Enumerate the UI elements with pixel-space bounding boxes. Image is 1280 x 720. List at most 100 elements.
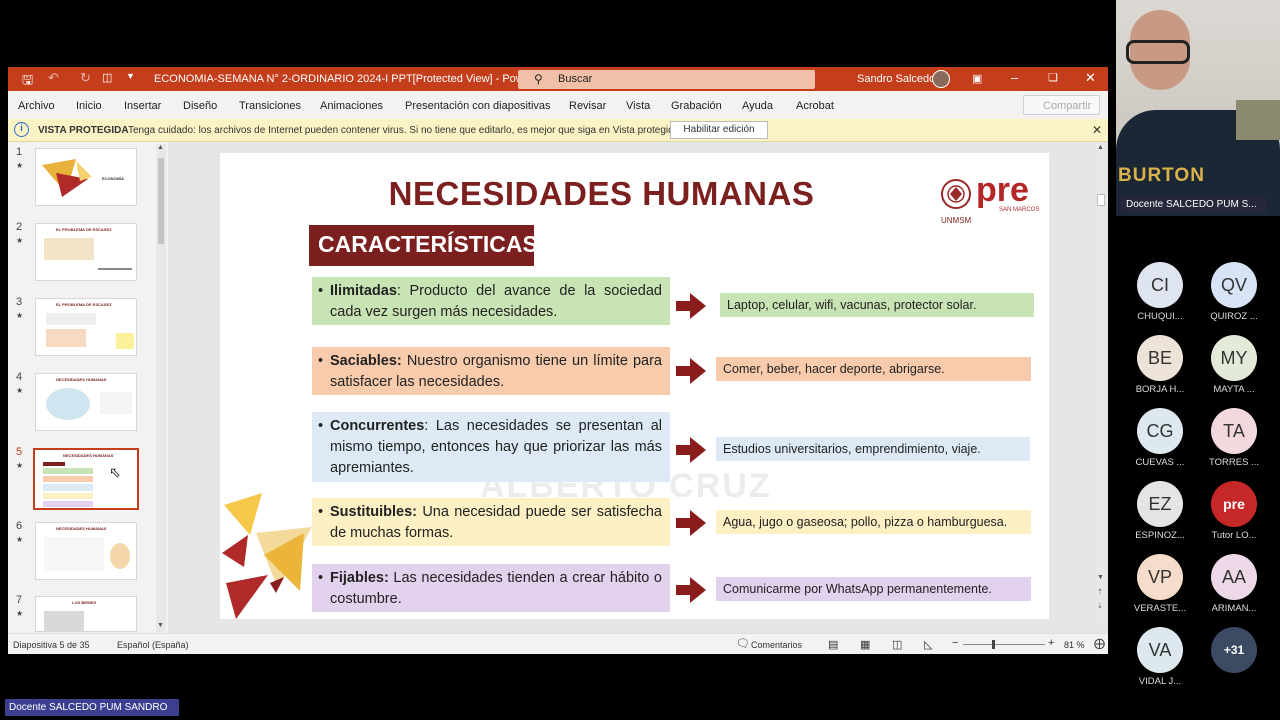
thumbnail-slide-4[interactable]: NECESIDADES HUMANAS: [35, 373, 137, 431]
ribbon-display-icon[interactable]: ▣: [972, 72, 982, 85]
share-button[interactable]: Compartir: [1023, 95, 1100, 115]
presentation-icon[interactable]: ◫: [102, 71, 112, 84]
thumb-row: [43, 493, 93, 499]
thumbnails-scrollbar[interactable]: ▲ ▼: [156, 144, 166, 632]
enable-editing-button[interactable]: Habilitar edición: [670, 121, 768, 139]
participant-name: VIDAL J...: [1138, 676, 1182, 687]
fit-slide-icon[interactable]: ⨁: [1094, 637, 1105, 650]
comments-button[interactable]: Comentarios: [751, 640, 802, 650]
presenter-video[interactable]: BURTON Docente SALCEDO PUM S...: [1116, 0, 1280, 216]
participant-avatar[interactable]: CG: [1137, 408, 1183, 454]
participant-avatar[interactable]: TA: [1211, 408, 1257, 454]
search-box[interactable]: ⚲ Buscar: [518, 70, 815, 89]
protected-view-bar: i VISTA PROTEGIDA Tenga cuidado: los arc…: [8, 119, 1108, 142]
tab-inicio[interactable]: Inicio: [76, 100, 102, 112]
scroll-up-icon[interactable]: ▲: [157, 144, 164, 151]
participant-avatar[interactable]: pre: [1211, 481, 1257, 527]
participant-name: ESPINOZ...: [1135, 530, 1185, 541]
previous-slide-icon[interactable]: ⇡: [1097, 588, 1103, 596]
thumb-note-block: [116, 333, 134, 349]
tab-transiciones[interactable]: Transiciones: [239, 100, 301, 112]
language[interactable]: Español (España): [117, 640, 189, 650]
scrollbar-thumb[interactable]: [1097, 194, 1105, 206]
thumbnail-slide-6[interactable]: NECESIDADES HUMANAS: [35, 522, 137, 580]
zoom-out-icon[interactable]: −: [952, 637, 958, 649]
thumb-row: [43, 468, 93, 474]
tab-insertar[interactable]: Insertar: [124, 100, 161, 112]
participant-avatar[interactable]: VP: [1137, 554, 1183, 600]
participant-name: TORRES ...: [1209, 457, 1259, 468]
thumb-diagram: [46, 388, 90, 420]
zoom-in-icon[interactable]: +: [1048, 637, 1054, 649]
reading-view-icon[interactable]: ◫: [892, 638, 902, 651]
restore-icon[interactable]: ❏: [1048, 71, 1058, 84]
protected-view-message: Tenga cuidado: los archivos de Internet …: [128, 125, 683, 136]
participant-avatar[interactable]: +31: [1211, 627, 1257, 673]
row-saciables: • Saciables: Nuestro organismo tiene un …: [312, 347, 670, 395]
thumb-text-block: [44, 238, 94, 260]
participant-avatar[interactable]: BE: [1137, 335, 1183, 381]
logo-sub: SAN MARCOS: [999, 207, 1040, 213]
background-object: [1236, 100, 1280, 140]
participant-avatar[interactable]: EZ: [1137, 481, 1183, 527]
example-saciables: Comer, beber, hacer deporte, abrigarse.: [716, 357, 1031, 381]
scroll-down-icon[interactable]: ▼: [1097, 574, 1104, 581]
participant-avatar[interactable]: VA: [1137, 627, 1183, 673]
close-bar-icon[interactable]: ✕: [1092, 123, 1102, 137]
bullet-icon: •: [318, 570, 324, 586]
thumb-number: 3: [16, 296, 23, 308]
save-icon[interactable]: 🖫: [22, 71, 33, 93]
tab-presentacion[interactable]: Presentación con diapositivas: [405, 100, 551, 112]
current-slide[interactable]: NECESIDADES HUMANAS pre SAN MARCOS UNMSM…: [220, 153, 1049, 619]
scroll-up-icon[interactable]: ▲: [1097, 144, 1104, 151]
thumb-row: [43, 484, 93, 491]
close-icon[interactable]: ✕: [1085, 70, 1096, 86]
thumb-number: 6: [16, 520, 23, 532]
thumbnail-slide-5-selected[interactable]: NECESIDADES HUMANAS ⬁: [33, 448, 139, 510]
participant-avatar[interactable]: QV: [1211, 262, 1257, 308]
undo-icon[interactable]: ↶: [48, 70, 59, 86]
tab-grabacion[interactable]: Grabación: [671, 100, 722, 112]
thumbnail-slide-7[interactable]: LOS BIENES: [35, 596, 137, 632]
tab-diseno[interactable]: Diseño: [183, 100, 217, 112]
tab-animaciones[interactable]: Animaciones: [320, 100, 383, 112]
tab-vista[interactable]: Vista: [626, 100, 650, 112]
thumb-text-block: [46, 329, 86, 347]
participant-avatar[interactable]: CI: [1137, 262, 1183, 308]
thumb-label: ECONOMÍA: [102, 176, 124, 181]
comments-icon[interactable]: 🗨: [736, 637, 750, 650]
slide-subtitle: CARACTERÍSTICAS: [309, 225, 538, 266]
thumb-label: NECESIDADES HUMANAS: [56, 377, 107, 382]
thumbnail-slide-3[interactable]: EL PROBLEMA DE ESCASEZ: [35, 298, 137, 356]
participant-avatar[interactable]: AA: [1211, 554, 1257, 600]
zoom-level[interactable]: 81 %: [1064, 640, 1085, 650]
customize-toolbar-icon[interactable]: ▼: [126, 71, 135, 81]
participant-name: CHUQUI...: [1137, 311, 1183, 322]
scrollbar-thumb[interactable]: [158, 158, 164, 244]
redo-icon[interactable]: ↻: [80, 70, 91, 86]
participant-name: MAYTA ...: [1213, 384, 1255, 395]
tab-ayuda[interactable]: Ayuda: [742, 100, 773, 112]
slide-sorter-icon[interactable]: ▦: [860, 638, 870, 651]
tab-revisar[interactable]: Revisar: [569, 100, 606, 112]
search-icon: ⚲: [534, 72, 543, 86]
zoom-slider[interactable]: [963, 644, 1045, 645]
star-icon: ★: [16, 461, 24, 470]
participant-name: VERASTE...: [1133, 603, 1187, 614]
scroll-down-icon[interactable]: ▼: [157, 622, 164, 629]
tab-archivo[interactable]: Archivo: [18, 100, 55, 112]
example-concurrentes: Estudios universitarios, emprendimiento,…: [716, 437, 1030, 461]
slideshow-icon[interactable]: ◺: [924, 638, 932, 651]
slide-scrollbar[interactable]: ▲ ▼ ⇡ ⇣: [1096, 144, 1106, 618]
participant-avatar[interactable]: MY: [1211, 335, 1257, 381]
minimize-icon[interactable]: –: [1011, 70, 1018, 85]
user-name[interactable]: Sandro Salcedo: [857, 73, 935, 85]
tab-acrobat[interactable]: Acrobat: [796, 100, 834, 112]
participant-name: CUEVAS ...: [1135, 457, 1185, 468]
next-slide-icon[interactable]: ⇣: [1097, 602, 1103, 610]
normal-view-icon[interactable]: ▤: [828, 638, 838, 651]
thumbnail-slide-2[interactable]: EL PROBLEMA DE ESCASEZ: [35, 223, 137, 281]
user-avatar[interactable]: [932, 70, 950, 88]
zoom-slider-thumb[interactable]: [992, 640, 995, 649]
thumbnail-slide-1[interactable]: ECONOMÍA: [35, 148, 137, 206]
